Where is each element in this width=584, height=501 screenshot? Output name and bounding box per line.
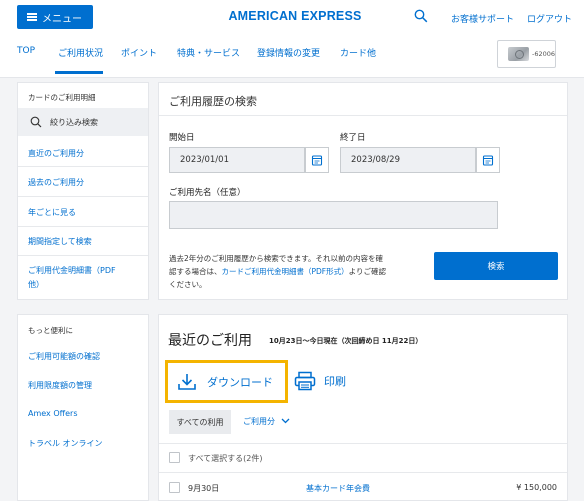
tab-top[interactable]: TOP [17,46,35,74]
sidebar-item-filter-search[interactable]: 絞り込み検索 [18,108,148,136]
sidebar-item-label: 絞り込み検索 [50,117,98,127]
sidebar-section-title: カードのご利用明細 [28,93,96,102]
card-number: -62006 [531,50,555,58]
sidebar-item-pdf-statement-cont[interactable]: 他） [28,279,44,290]
sidebar-item-recent[interactable]: 直近のご利用分 [28,148,84,159]
search-icon [30,116,42,128]
divider [159,472,567,473]
active-tab-indicator [55,71,103,74]
divider [18,255,148,256]
search-note-line: ください。 [169,280,207,289]
end-date-label: 終了日 [340,133,366,143]
download-label: ダウンロード [207,375,273,389]
search-note-line: 過去2年分のご利用履歴から検索できます。それ以前の内容を確 [169,254,384,263]
chevron-down-icon [281,418,290,424]
start-date-label: 開始日 [169,133,195,143]
support-link[interactable]: お客様サポート [451,12,514,25]
card-image-icon [508,47,529,61]
merchant-label: ご利用先名（任意） [169,188,246,198]
tab-all-usage[interactable]: すべての利用 [169,410,231,434]
tab-usage-label: ご利用分 [243,417,275,426]
search-note-line: 認する場合は、カードご利用代金明細書（PDF形式）よりご確認 [169,265,427,278]
tab-benefits[interactable]: 特典・サービス [177,46,240,74]
search-icon[interactable] [414,9,428,23]
sidebar-more-panel [17,314,149,501]
hamburger-icon [27,13,37,21]
search-button[interactable]: 検索 [434,252,558,280]
divider [18,166,148,167]
divider [18,226,148,227]
tab-profile-change[interactable]: 登録情報の変更 [257,46,320,74]
tab-usage-status[interactable]: ご利用状況 [58,46,103,74]
sidebar-item-amex-offers[interactable]: Amex Offers [28,409,78,418]
end-date-field[interactable]: 2023/08/29 [340,147,476,173]
menu-button-label: メニュー [42,13,82,25]
calendar-icon [482,155,494,166]
sidebar-item-limit-management[interactable]: 利用限度額の管理 [28,380,92,391]
divider [18,196,148,197]
sidebar-item-period-search[interactable]: 期間指定して検索 [28,236,92,247]
merchant-input[interactable] [169,201,498,229]
print-button[interactable]: 印刷 [294,366,346,396]
card-selector[interactable]: -62006 [497,40,556,68]
brand-logo[interactable]: AMERICAN EXPRESS [200,9,390,23]
print-label: 印刷 [324,375,346,388]
row-amount: ¥ 150,000 [516,483,557,492]
search-note-text: よりご確認 [348,267,386,276]
recent-usage-title: 最近のご利用 [168,333,252,349]
end-date-calendar-button[interactable] [476,147,500,173]
divider [159,443,567,444]
billing-period: 10月23日〜今日現在（次回締め日 11月22日） [269,337,423,345]
menu-button[interactable]: メニュー [17,5,93,29]
calendar-icon [311,155,323,166]
search-panel-title: ご利用履歴の検索 [169,95,257,108]
sidebar-item-past[interactable]: 過去のご利用分 [28,177,84,188]
select-all-label: すべて選択する(2件) [188,454,263,463]
sidebar-section-title: もっと便利に [28,326,73,335]
tab-cards[interactable]: カード他 [340,46,376,74]
search-note-text: 認する場合は、 [169,267,222,276]
start-date-calendar-button[interactable] [305,147,329,173]
printer-icon [294,371,316,391]
select-all-checkbox[interactable] [169,452,180,463]
tab-usage-filter[interactable]: ご利用分 [243,416,290,427]
logout-link[interactable]: ログアウト [527,12,572,25]
table-row[interactable]: 9月30日 基本カード年会費 ¥ 150,000 [159,474,567,501]
sidebar-item-travel-online[interactable]: トラベル オンライン [28,438,103,449]
sidebar-item-pdf-statement[interactable]: ご利用代金明細書（PDF [28,265,116,276]
row-checkbox[interactable] [169,482,180,493]
tab-points[interactable]: ポイント [121,46,157,74]
sidebar-item-by-year[interactable]: 年ごとに見る [28,207,76,218]
divider [159,115,567,116]
sidebar-item-available-credit[interactable]: ご利用可能額の確認 [28,351,100,362]
download-button[interactable]: ダウンロード [165,360,288,403]
search-note: 過去2年分のご利用履歴から検索できます。それ以前の内容を確 認する場合は、カード… [169,252,427,291]
start-date-field[interactable]: 2023/01/01 [169,147,305,173]
row-date: 9月30日 [188,484,220,493]
download-icon [178,373,196,390]
row-description[interactable]: 基本カード年会費 [306,483,370,494]
pdf-statement-link[interactable]: カードご利用代金明細書（PDF形式） [222,267,349,276]
